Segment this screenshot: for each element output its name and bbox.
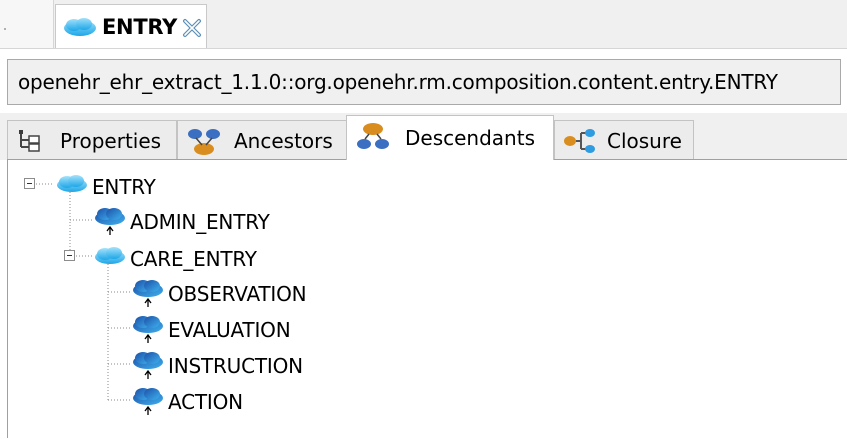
descendant-class-icon xyxy=(130,348,166,384)
tab-descendants[interactable]: Descendants xyxy=(346,115,554,160)
editor-tab-strip: ENTRY xyxy=(0,0,847,49)
tab-properties[interactable]: Properties xyxy=(7,120,177,159)
descendant-class-icon xyxy=(130,276,166,312)
tree-node-label: OBSERVATION xyxy=(168,282,307,306)
editor-tab-label: ENTRY xyxy=(102,15,177,39)
path-area: openehr_ehr_extract_1.1.0::org.openehr.r… xyxy=(0,49,847,113)
tree-collapse-toggle[interactable] xyxy=(64,250,75,261)
close-icon[interactable] xyxy=(181,17,203,43)
class-cloud-icon xyxy=(92,241,128,275)
class-cloud-icon xyxy=(62,15,98,43)
class-path-field[interactable]: openehr_ehr_extract_1.1.0::org.openehr.r… xyxy=(7,59,841,105)
view-tab-bar: Properties Ancestors Descendants Closure xyxy=(0,113,847,160)
properties-tree-icon xyxy=(16,127,44,158)
tree-node-label: CARE_ENTRY xyxy=(130,247,257,271)
tree-collapse-toggle[interactable] xyxy=(24,178,35,189)
tree-node-label: ENTRY xyxy=(92,175,156,199)
gutter-dot xyxy=(4,28,6,30)
ancestors-icon xyxy=(186,127,222,162)
tab-strip-gutter xyxy=(0,0,54,48)
tab-closure-label: Closure xyxy=(607,129,682,153)
descendant-class-icon xyxy=(92,204,128,240)
tab-ancestors-label: Ancestors xyxy=(234,129,333,153)
descendant-class-icon xyxy=(130,384,166,420)
tree-node-label: ACTION xyxy=(168,390,243,414)
descendant-class-icon xyxy=(130,312,166,348)
tab-properties-label: Properties xyxy=(60,129,162,153)
descendants-tree: ENTRY ADMIN_ENTRY CARE_ENTRY OBSERVATION… xyxy=(7,159,847,438)
tree-node-label: ADMIN_ENTRY xyxy=(130,210,270,234)
tree-node-label: EVALUATION xyxy=(168,318,291,342)
tab-closure[interactable]: Closure xyxy=(554,120,694,159)
tab-descendants-label: Descendants xyxy=(405,126,535,150)
descendants-icon xyxy=(355,122,391,157)
class-cloud-icon xyxy=(54,169,90,203)
tab-ancestors[interactable]: Ancestors xyxy=(177,120,347,159)
tree-node-label: INSTRUCTION xyxy=(168,354,303,378)
closure-icon xyxy=(563,127,597,160)
editor-tab-entry[interactable]: ENTRY xyxy=(55,4,207,48)
